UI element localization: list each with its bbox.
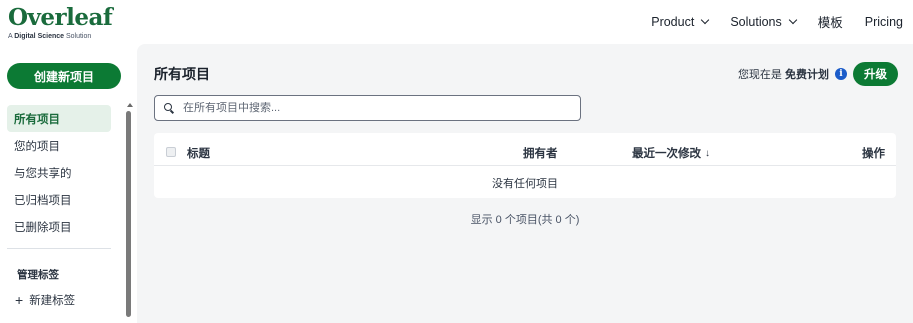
nav-product-label: Product	[651, 14, 695, 29]
top-nav: Product Solutions 模板 Pricing	[629, 12, 903, 31]
logo-subtitle-bold: Digital Science	[14, 33, 65, 40]
nav-templates[interactable]: 模板	[818, 12, 843, 31]
tags-header: 管理标签	[17, 269, 59, 281]
plan-prefix: 您现在是	[737, 69, 782, 81]
upgrade-button[interactable]: 升级	[853, 62, 898, 86]
plan-status: 您现在是 免费计划 i 升级	[738, 62, 898, 86]
column-last-modified[interactable]: 最近一次修改 ↓	[632, 145, 710, 161]
plan-name: 免费计划	[785, 69, 829, 81]
column-owner[interactable]: 拥有者	[523, 145, 558, 161]
sidebar-item-shared[interactable]: 与您共享的	[7, 159, 111, 186]
sidebar-item-all-projects[interactable]: 所有项目	[7, 105, 111, 132]
scroll-up-arrow-icon[interactable]	[127, 103, 133, 107]
project-filter-list: 所有项目 您的项目 与您共享的 已归档项目 已删除项目	[7, 105, 111, 240]
search-box[interactable]	[154, 95, 581, 121]
logo-subtitle: A Digital Science Solution	[8, 33, 112, 40]
sidebar-item-archived[interactable]: 已归档项目	[7, 186, 111, 213]
new-tag-button[interactable]: + 新建标签	[15, 292, 75, 308]
column-last-modified-label: 最近一次修改	[632, 148, 701, 160]
plan-text: 您现在是 免费计划	[738, 66, 829, 82]
main-content: 所有项目 您现在是 免费计划 i 升级 标题 拥有者 最近一次修改 ↓ 操作 没有…	[137, 44, 913, 323]
sidebar-scrollbar[interactable]	[126, 111, 131, 317]
select-all-checkbox[interactable]	[166, 147, 176, 157]
empty-state-row: 没有任何项目	[492, 177, 558, 190]
info-icon[interactable]: i	[835, 68, 847, 80]
projects-table: 标题 拥有者 最近一次修改 ↓ 操作 没有任何项目	[154, 133, 896, 198]
nav-pricing[interactable]: Pricing	[865, 15, 903, 29]
sidebar-item-trashed[interactable]: 已删除项目	[7, 213, 111, 240]
table-header: 标题 拥有者 最近一次修改 ↓ 操作	[154, 133, 896, 166]
page-title: 所有项目	[154, 66, 210, 82]
logo-wordmark: Overleaf	[8, 4, 113, 31]
plus-icon: +	[15, 292, 24, 308]
sidebar: 创建新项目 所有项目 您的项目 与您共享的 已归档项目 已删除项目 管理标签 +…	[0, 44, 137, 323]
nav-product[interactable]: Product	[651, 14, 710, 29]
search-input[interactable]	[183, 102, 563, 114]
nav-solutions-label: Solutions	[730, 14, 782, 29]
search-icon	[164, 102, 175, 114]
project-count: 显示 0 个项目(共 0 个)	[470, 214, 580, 226]
logo-subtitle-suffix: Solution	[64, 33, 92, 40]
nav-solutions[interactable]: Solutions	[730, 14, 798, 29]
column-title[interactable]: 标题	[187, 145, 210, 161]
sort-down-icon: ↓	[705, 147, 710, 159]
column-actions: 操作	[862, 148, 885, 160]
new-tag-label: 新建标签	[29, 295, 76, 307]
sidebar-divider	[7, 248, 111, 249]
sidebar-item-your-projects[interactable]: 您的项目	[7, 132, 111, 159]
top-bar: Overleaf A Digital Science Solution Prod…	[0, 0, 913, 44]
overleaf-logo[interactable]: Overleaf A Digital Science Solution	[8, 4, 113, 41]
chevron-down-icon	[701, 15, 710, 25]
chevron-down-icon	[788, 15, 798, 25]
new-project-button[interactable]: 创建新项目	[7, 63, 121, 89]
